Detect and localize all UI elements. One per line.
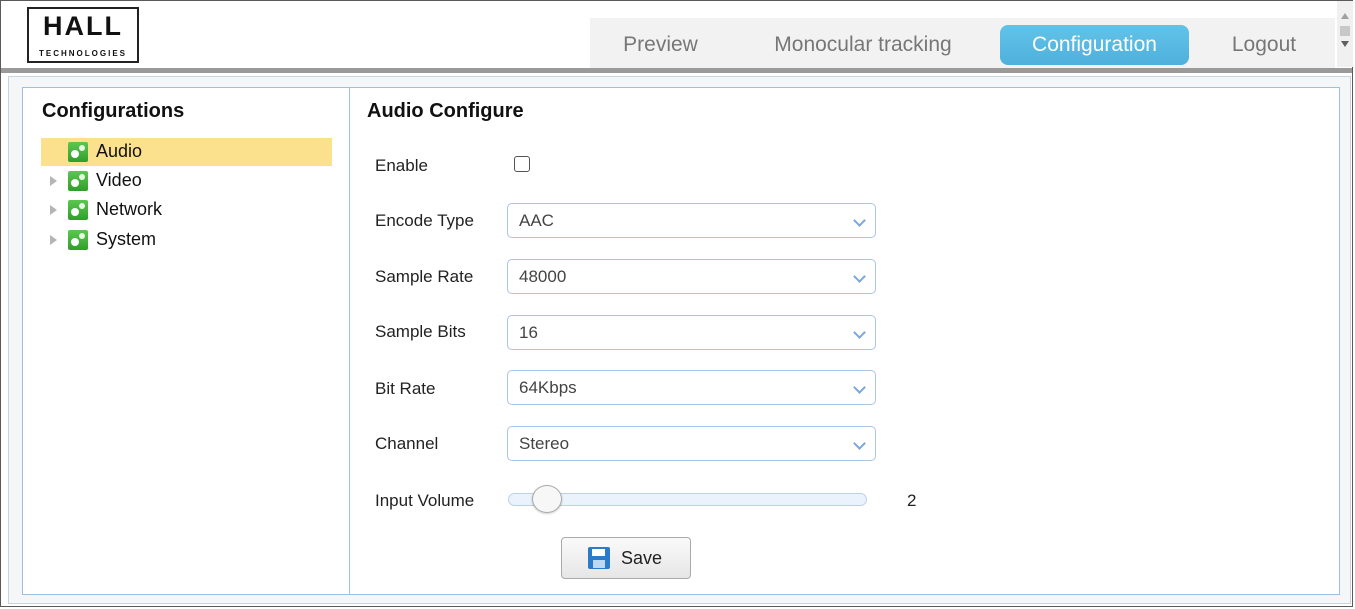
header-divider — [1, 68, 1352, 73]
enable-checkbox[interactable] — [514, 156, 530, 172]
sidebar-item-video[interactable]: Video — [41, 167, 332, 195]
sidebar-item-network[interactable]: Network — [41, 196, 332, 224]
sample-bits-select[interactable]: 16 — [507, 315, 876, 350]
save-label: Save — [621, 548, 663, 568]
page-title: Audio Configure — [367, 100, 524, 122]
sidebar-title: Configurations — [42, 100, 185, 122]
gears-icon — [68, 142, 88, 162]
enable-label: Enable — [375, 156, 428, 175]
logo-subtext: TECHNOLOGIES — [38, 49, 127, 58]
nav-configuration[interactable]: Configuration — [1000, 25, 1189, 65]
channel-select[interactable]: Stereo — [507, 426, 876, 461]
sidebar-item-system[interactable]: System — [41, 226, 332, 254]
sample-bits-value: 16 — [519, 323, 538, 342]
sample-rate-value: 48000 — [519, 267, 567, 286]
audio-configure-panel: Audio Configure Enable Encode Type AAC S… — [350, 88, 1339, 594]
sample-rate-label: Sample Rate — [375, 267, 474, 286]
nav-preview[interactable]: Preview — [608, 25, 713, 65]
scroll-down-icon[interactable] — [1341, 41, 1349, 47]
encode-type-label: Encode Type — [375, 211, 474, 230]
expand-arrow-icon[interactable] — [50, 235, 57, 245]
sidebar-item-label: Video — [96, 170, 142, 190]
sidebar-item-label: Network — [96, 199, 163, 219]
bit-rate-label: Bit Rate — [375, 379, 436, 398]
expand-arrow-icon[interactable] — [50, 205, 57, 215]
sample-rate-select[interactable]: 48000 — [507, 259, 876, 294]
input-volume-value: 2 — [907, 491, 917, 510]
channel-value: Stereo — [519, 434, 570, 453]
sidebar-item-audio[interactable]: Audio — [41, 138, 332, 166]
sample-bits-label: Sample Bits — [375, 322, 466, 341]
config-container: Configurations Audio Video Network Syste… — [22, 87, 1340, 595]
save-button[interactable]: Save — [561, 537, 691, 579]
input-volume-label: Input Volume — [375, 491, 475, 510]
bit-rate-value: 64Kbps — [519, 378, 577, 397]
gears-icon — [68, 171, 88, 191]
save-icon — [588, 547, 610, 569]
expand-arrow-icon[interactable] — [50, 176, 57, 186]
sidebar-item-label: Audio — [96, 141, 143, 161]
logo: HALL TECHNOLOGIES — [27, 7, 139, 63]
chevron-down-icon[interactable] — [848, 428, 874, 459]
chevron-down-icon[interactable] — [848, 372, 874, 403]
top-nav: Preview Monocular tracking Configuration… — [590, 18, 1335, 68]
scrollbar[interactable] — [1337, 1, 1353, 67]
channel-label: Channel — [375, 434, 439, 453]
gears-icon — [68, 200, 88, 220]
sidebar: Configurations Audio Video Network Syste… — [23, 88, 350, 594]
sidebar-item-label: System — [96, 229, 157, 249]
chevron-down-icon[interactable] — [848, 261, 874, 292]
encode-type-select[interactable]: AAC — [507, 203, 876, 238]
nav-monocular-tracking[interactable]: Monocular tracking — [758, 25, 968, 65]
chevron-down-icon[interactable] — [848, 317, 874, 348]
scroll-thumb[interactable] — [1340, 26, 1350, 36]
bit-rate-select[interactable]: 64Kbps — [507, 370, 876, 405]
slider-handle[interactable] — [532, 485, 562, 513]
gears-icon — [68, 230, 88, 250]
logo-text: HALL — [43, 11, 123, 41]
encode-type-value: AAC — [519, 211, 554, 230]
chevron-down-icon[interactable] — [848, 205, 874, 236]
scroll-up-icon[interactable] — [1341, 13, 1349, 19]
nav-logout[interactable]: Logout — [1214, 25, 1314, 65]
